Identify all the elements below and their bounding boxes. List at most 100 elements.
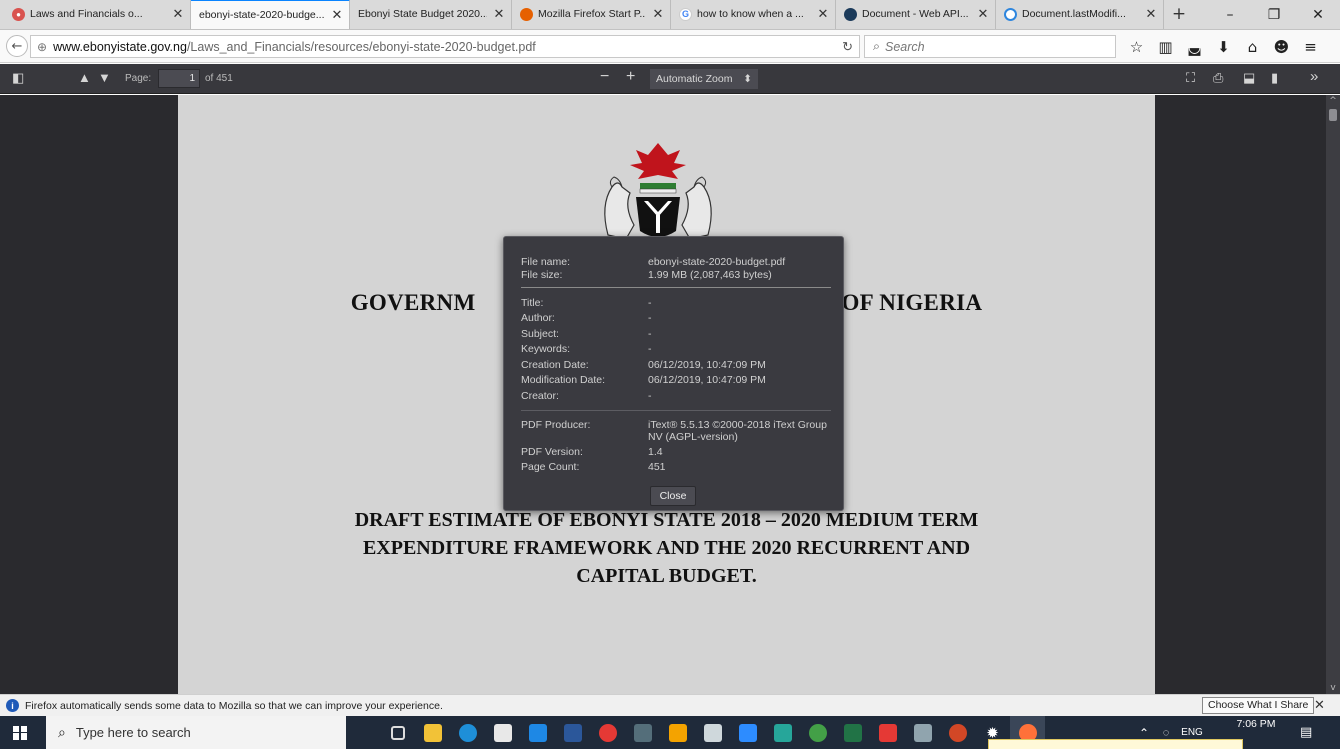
reload-icon[interactable]: ↻ bbox=[842, 39, 853, 55]
action-center-icon[interactable]: ▤ bbox=[1300, 725, 1312, 740]
home-icon[interactable]: ⌂ bbox=[1238, 38, 1267, 56]
close-icon[interactable]: ✕ bbox=[172, 6, 184, 22]
tab-mdn-document[interactable]: Document - Web API... ✕ bbox=[836, 0, 996, 29]
next-page-icon[interactable]: ▼ bbox=[98, 70, 111, 85]
close-icon[interactable]: ✕ bbox=[652, 6, 664, 22]
tab-title: Document - Web API... bbox=[862, 8, 969, 20]
clock-time: 7:06 PM bbox=[1236, 718, 1276, 730]
close-icon[interactable]: ✕ bbox=[493, 6, 505, 22]
save-icon[interactable]: ⬓ bbox=[1243, 70, 1255, 86]
presentation-mode-icon[interactable]: ⛶ bbox=[1186, 70, 1195, 86]
teams-icon[interactable] bbox=[765, 716, 800, 749]
chat-icon[interactable]: ☻ bbox=[1267, 38, 1296, 56]
tab-title: Document.lastModifi... bbox=[1022, 8, 1126, 20]
close-icon[interactable]: ✕ bbox=[1145, 6, 1157, 22]
calculator-icon[interactable] bbox=[695, 716, 730, 749]
heading-left: GOVERNM bbox=[350, 290, 476, 315]
tab-laws-and-financials[interactable]: ● Laws and Financials o... ✕ bbox=[4, 0, 191, 29]
start-button[interactable] bbox=[0, 716, 40, 749]
zoom-icon[interactable] bbox=[730, 716, 765, 749]
heading-right: OF NIGERIA bbox=[841, 290, 983, 315]
subject-label: Subject: bbox=[521, 328, 559, 340]
zoom-out-icon[interactable]: − bbox=[600, 68, 609, 86]
tab-document-lastmodified[interactable]: Document.lastModifi... ✕ bbox=[996, 0, 1164, 29]
restore-button[interactable]: ❐ bbox=[1252, 0, 1296, 30]
zoom-select[interactable]: Automatic Zoom ⬍ bbox=[650, 69, 758, 89]
scroll-up-icon[interactable]: ^ bbox=[1326, 95, 1340, 107]
toolbar-icons: ☆ ▥ ◛ ⬇ ⌂ ☻ ≡ bbox=[1122, 34, 1325, 60]
task-view-icon[interactable] bbox=[380, 716, 415, 749]
title-value: - bbox=[648, 297, 652, 309]
modification-date-label: Modification Date: bbox=[521, 374, 606, 386]
file-size-value: 1.99 MB (2,087,463 bytes) bbox=[648, 269, 772, 281]
download-icon[interactable]: ⬇ bbox=[1209, 38, 1238, 56]
new-tab-button[interactable]: + bbox=[1164, 0, 1194, 29]
clock[interactable]: 7:06 PM bbox=[1231, 718, 1281, 730]
minimize-button[interactable]: – bbox=[1208, 0, 1252, 30]
firefox-icon bbox=[520, 7, 533, 21]
file-explorer-icon[interactable] bbox=[415, 716, 450, 749]
taskbar-search-placeholder: Type here to search bbox=[75, 725, 191, 740]
tab-ebonyi-budget-pdf[interactable]: ebonyi-state-2020-budge... ✕ bbox=[191, 0, 350, 29]
search-input[interactable]: ⌕ Search bbox=[864, 35, 1116, 58]
close-button[interactable]: Close bbox=[650, 486, 696, 506]
word-icon[interactable] bbox=[555, 716, 590, 749]
zoom-in-icon[interactable]: + bbox=[626, 68, 635, 86]
taskbar-search-input[interactable]: ⌕ Type here to search bbox=[46, 716, 346, 749]
pdf-version-label: PDF Version: bbox=[521, 446, 583, 458]
divider bbox=[521, 287, 831, 288]
chevron-updown-icon: ⬍ bbox=[743, 73, 752, 85]
file-size-label: File size: bbox=[521, 269, 563, 281]
language-indicator[interactable]: ENG bbox=[1177, 727, 1207, 738]
store-icon[interactable] bbox=[485, 716, 520, 749]
scroll-thumb[interactable] bbox=[1329, 109, 1337, 121]
pinned-apps: ✹ bbox=[380, 716, 1045, 749]
pdf-producer-value: iText® 5.5.13 ©2000-2018 iText Group NV … bbox=[648, 419, 827, 443]
pdf-toolbar: ◧ ▲ ▼ Page: 1 of 451 − + Automatic Zoom … bbox=[0, 64, 1340, 94]
mail-icon[interactable] bbox=[520, 716, 555, 749]
close-icon[interactable]: ✕ bbox=[1314, 697, 1325, 713]
close-icon[interactable]: ✕ bbox=[817, 6, 829, 22]
search-icon: ⌕ bbox=[873, 39, 881, 53]
acrobat-icon[interactable] bbox=[870, 716, 905, 749]
site-info-icon[interactable]: ⊕ bbox=[37, 40, 47, 54]
vertical-scrollbar[interactable]: ^ v bbox=[1326, 95, 1340, 694]
close-icon[interactable]: ✕ bbox=[977, 6, 989, 22]
chevron-up-icon[interactable]: ⌃ bbox=[1133, 726, 1155, 740]
powerpoint-icon[interactable] bbox=[940, 716, 975, 749]
bookmark-icon[interactable]: ▮ bbox=[1271, 70, 1278, 86]
excel-icon[interactable] bbox=[835, 716, 870, 749]
window-close-button[interactable]: ✕ bbox=[1296, 0, 1340, 30]
bookmark-star-icon[interactable]: ☆ bbox=[1122, 38, 1151, 56]
edge-icon[interactable] bbox=[450, 716, 485, 749]
menu-icon[interactable]: ≡ bbox=[1296, 38, 1325, 56]
previous-page-icon[interactable]: ▲ bbox=[78, 70, 91, 85]
calculator-grid-icon[interactable] bbox=[625, 716, 660, 749]
address-bar[interactable]: ⊕ www.ebonyistate.gov.ng/Laws_and_Financ… bbox=[30, 35, 860, 58]
tools-icon[interactable]: » bbox=[1310, 68, 1318, 85]
network-icon[interactable]: ◌ bbox=[1155, 727, 1177, 739]
tab-google-search[interactable]: G how to know when a ... ✕ bbox=[671, 0, 836, 29]
print-icon[interactable]: ⎙ bbox=[1213, 70, 1223, 86]
keywords-label: Keywords: bbox=[521, 343, 571, 355]
notification-message: Firefox automatically sends some data to… bbox=[25, 699, 443, 712]
url-domain: www.ebonyistate.gov.ng bbox=[53, 39, 187, 54]
chrome-icon[interactable] bbox=[590, 716, 625, 749]
close-icon[interactable]: ✕ bbox=[331, 7, 343, 23]
utorrent-icon[interactable] bbox=[800, 716, 835, 749]
tab-ebonyi-state-budget[interactable]: Ebonyi State Budget 2020... ✕ bbox=[350, 0, 512, 29]
sidebar-toggle-icon[interactable]: ◧ bbox=[12, 70, 24, 86]
back-button[interactable]: ← bbox=[6, 35, 28, 57]
zoom-value: Automatic Zoom bbox=[656, 73, 733, 85]
share-button-label: Choose What I Share bbox=[1208, 699, 1309, 711]
paint-icon[interactable] bbox=[660, 716, 695, 749]
library-icon[interactable]: ▥ bbox=[1151, 38, 1180, 56]
pocket-icon[interactable]: ◛ bbox=[1180, 38, 1209, 56]
choose-what-i-share-button[interactable]: Choose What I Share bbox=[1202, 697, 1315, 714]
scroll-down-icon[interactable]: v bbox=[1326, 682, 1340, 694]
divider bbox=[521, 410, 831, 411]
page-number-input[interactable]: 1 bbox=[158, 69, 200, 88]
page-count-value: 451 bbox=[648, 461, 666, 473]
tab-firefox-start-page[interactable]: Mozilla Firefox Start P... ✕ bbox=[512, 0, 671, 29]
paint-brush-icon[interactable] bbox=[905, 716, 940, 749]
